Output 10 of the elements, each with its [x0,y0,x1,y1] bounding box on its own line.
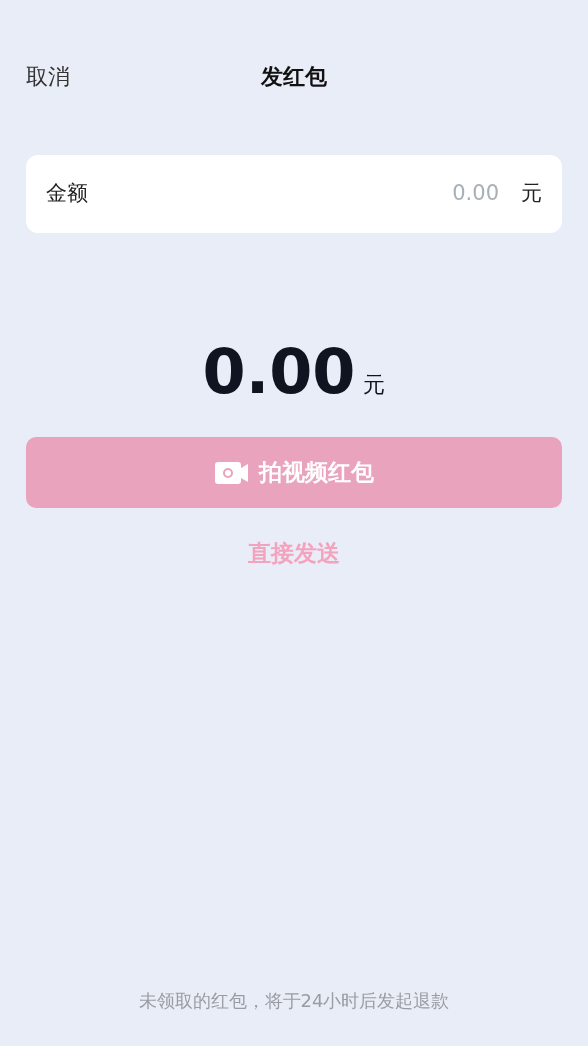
refund-notice: 未领取的红包，将于24小时后发起退款 [138,989,450,1013]
video-camera-icon [214,460,249,485]
amount-label: 金额 [46,180,88,208]
amount-input-field[interactable]: 金额 0.00 元 [26,155,562,233]
cancel-button[interactable]: 取消 [26,59,70,93]
page-title: 发红包 [261,62,327,91]
total-unit: 元 [363,371,386,399]
currency-unit: 元 [521,180,542,208]
amount-input[interactable]: 0.00 [88,178,499,210]
total-amount: 0.00 [202,341,356,403]
